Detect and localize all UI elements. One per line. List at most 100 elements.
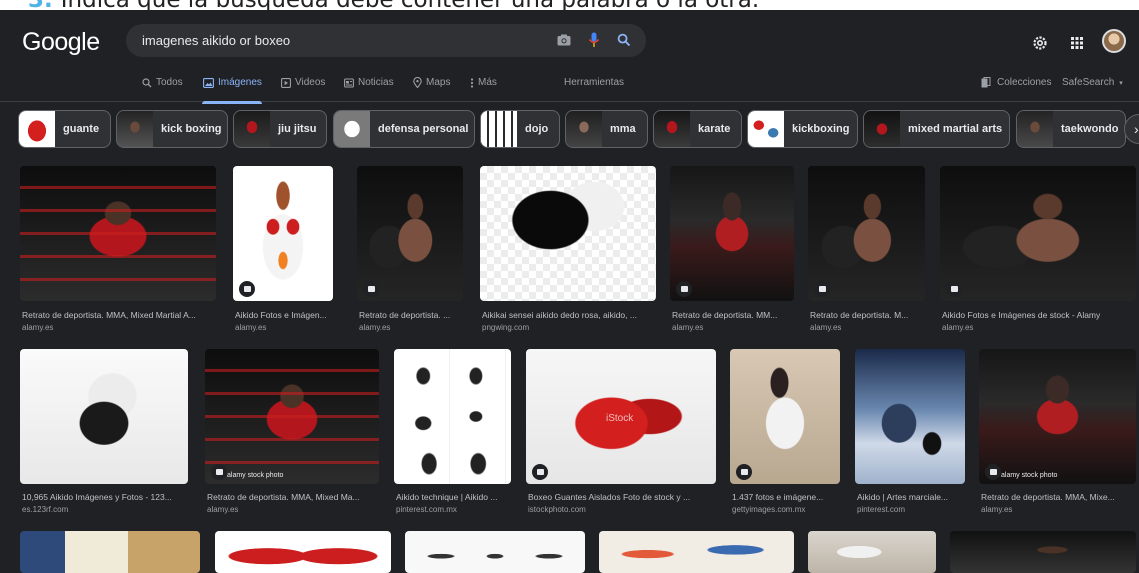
- result-source[interactable]: pinterest.com.mx: [396, 505, 457, 514]
- result-caption[interactable]: Aikido technique | Aikido ...: [396, 492, 511, 502]
- search-icon[interactable]: [614, 30, 634, 50]
- result-caption[interactable]: Retrato de deportista. MMA, Mixed Martia…: [22, 310, 218, 320]
- image-result[interactable]: alamy stock photo Retrato de deportista.…: [205, 349, 379, 524]
- chip-mma[interactable]: mma: [565, 110, 648, 148]
- result-thumbnail[interactable]: alamy stock photo: [205, 349, 379, 484]
- result-thumbnail[interactable]: [730, 349, 840, 484]
- chevron-right-icon[interactable]: ›: [1124, 114, 1139, 144]
- result-caption[interactable]: Retrato de deportista. MM...: [672, 310, 794, 320]
- image-result[interactable]: iStock Boxeo Guantes Aislados Foto de st…: [526, 349, 716, 524]
- result-thumbnail[interactable]: [670, 166, 794, 301]
- result-thumbnail[interactable]: [20, 349, 188, 484]
- image-result[interactable]: [405, 531, 585, 573]
- chip-defensa-personal[interactable]: defensa personal: [333, 110, 475, 148]
- search-query[interactable]: imagenes aikido or boxeo: [142, 33, 290, 48]
- image-result[interactable]: Aikido | Artes marciale... pinterest.com: [855, 349, 965, 524]
- image-result[interactable]: Aikido Fotos e Imágenes de stock - Alamy…: [940, 166, 1136, 336]
- image-result[interactable]: Aikikai sensei aikido dedo rosa, aikido,…: [480, 166, 656, 336]
- chip-thumbnail: [748, 111, 784, 147]
- result-caption[interactable]: Retrato de deportista. M...: [810, 310, 925, 320]
- tab-imagenes[interactable]: Imágenes: [203, 77, 262, 88]
- result-thumbnail[interactable]: [357, 166, 463, 301]
- image-result[interactable]: Retrato de deportista. ... alamy.es: [357, 166, 463, 336]
- result-thumbnail[interactable]: [855, 349, 965, 484]
- result-thumbnail[interactable]: [215, 531, 391, 573]
- tab-maps[interactable]: Maps: [413, 77, 450, 88]
- result-thumbnail[interactable]: [808, 166, 925, 301]
- result-thumbnail[interactable]: [20, 166, 216, 301]
- result-caption[interactable]: Aikikai sensei aikido dedo rosa, aikido,…: [482, 310, 656, 320]
- image-result[interactable]: [950, 531, 1136, 573]
- result-source[interactable]: alamy.es: [672, 323, 703, 332]
- chip-dojo[interactable]: dojo: [480, 110, 560, 148]
- result-thumbnail[interactable]: [940, 166, 1136, 301]
- tab-noticias[interactable]: Noticias: [344, 77, 394, 88]
- settings-gear-icon[interactable]: [1029, 32, 1051, 54]
- map-pin-icon: [413, 77, 422, 88]
- result-caption[interactable]: Aikido Fotos e Imágenes de stock - Alamy: [942, 310, 1138, 320]
- image-result[interactable]: Aikido technique | Aikido ... pinterest.…: [394, 349, 511, 524]
- result-thumbnail[interactable]: [405, 531, 585, 573]
- result-caption[interactable]: Boxeo Guantes Aislados Foto de stock y .…: [528, 492, 716, 502]
- result-source[interactable]: alamy.es: [235, 323, 266, 332]
- result-thumbnail[interactable]: [808, 531, 936, 573]
- image-result[interactable]: 1.437 fotos e imágene... gettyimages.com…: [730, 349, 840, 524]
- result-thumbnail[interactable]: [233, 166, 333, 301]
- image-result[interactable]: 10,965 Aikido Imágenes y Fotos - 123... …: [20, 349, 188, 524]
- tab-mas[interactable]: Más: [470, 77, 497, 88]
- chip-karate[interactable]: karate: [653, 110, 742, 148]
- result-caption[interactable]: Aikido Fotos e Imágen...: [235, 310, 339, 320]
- result-source[interactable]: alamy.es: [810, 323, 841, 332]
- result-source[interactable]: gettyimages.com.mx: [732, 505, 805, 514]
- image-result[interactable]: Retrato de deportista. M... alamy.es: [808, 166, 925, 336]
- result-thumbnail[interactable]: alamy stock photo: [979, 349, 1136, 484]
- image-result[interactable]: Aikido Fotos e Imágen... alamy.es: [233, 166, 339, 336]
- chip-jiu-jitsu[interactable]: jiu jitsu: [233, 110, 327, 148]
- chip-mixed-martial-arts[interactable]: mixed martial arts: [863, 110, 1010, 148]
- result-thumbnail[interactable]: [480, 166, 656, 301]
- result-source[interactable]: alamy.es: [942, 323, 973, 332]
- result-caption[interactable]: Retrato de deportista. MMA, Mixe...: [981, 492, 1136, 502]
- tab-label: Todos: [156, 77, 183, 88]
- result-source[interactable]: pngwing.com: [482, 323, 529, 332]
- result-source[interactable]: alamy.es: [207, 505, 238, 514]
- image-result[interactable]: alamy stock photo Retrato de deportista.…: [979, 349, 1136, 524]
- image-result[interactable]: Retrato de deportista. MMA, Mixed Martia…: [20, 166, 216, 336]
- search-box[interactable]: imagenes aikido or boxeo: [126, 24, 646, 57]
- result-thumbnail[interactable]: [394, 349, 511, 484]
- result-source[interactable]: pinterest.com: [857, 505, 905, 514]
- camera-icon[interactable]: [554, 30, 574, 50]
- result-thumbnail[interactable]: [950, 531, 1136, 573]
- result-caption[interactable]: Retrato de deportista. ...: [359, 310, 463, 320]
- tools-button[interactable]: Herramientas: [564, 77, 624, 88]
- result-source[interactable]: alamy.es: [359, 323, 390, 332]
- chip-taekwondo[interactable]: taekwondo: [1016, 110, 1126, 148]
- tab-todos[interactable]: Todos: [142, 77, 183, 88]
- tab-videos[interactable]: Videos: [281, 77, 325, 88]
- image-result[interactable]: [215, 531, 391, 573]
- result-thumbnail[interactable]: [599, 531, 794, 573]
- result-source[interactable]: alamy.es: [981, 505, 1012, 514]
- result-thumbnail[interactable]: [20, 531, 200, 573]
- image-result[interactable]: [808, 531, 936, 573]
- account-avatar[interactable]: [1102, 29, 1126, 53]
- chip-kickboxing[interactable]: kickboxing: [747, 110, 858, 148]
- result-source[interactable]: es.123rf.com: [22, 505, 68, 514]
- microphone-icon[interactable]: [584, 30, 604, 50]
- chip-kick-boxing[interactable]: kick boxing: [116, 110, 228, 148]
- google-logo[interactable]: Google: [22, 28, 100, 57]
- image-result[interactable]: [599, 531, 794, 573]
- chip-guante[interactable]: guante: [18, 110, 111, 148]
- image-result[interactable]: Retrato de deportista. MM... alamy.es: [670, 166, 794, 336]
- collections-link[interactable]: Colecciones: [981, 77, 1051, 88]
- result-caption[interactable]: Retrato de deportista. MMA, Mixed Ma...: [207, 492, 379, 502]
- result-caption[interactable]: Aikido | Artes marciale...: [857, 492, 965, 502]
- result-thumbnail[interactable]: iStock: [526, 349, 716, 484]
- safesearch-toggle[interactable]: SafeSearch ▾: [1062, 77, 1123, 88]
- result-source[interactable]: alamy.es: [22, 323, 53, 332]
- result-caption[interactable]: 1.437 fotos e imágene...: [732, 492, 840, 502]
- apps-grid-icon[interactable]: [1066, 32, 1088, 54]
- result-source[interactable]: istockphoto.com: [528, 505, 586, 514]
- image-result[interactable]: [20, 531, 200, 573]
- result-caption[interactable]: 10,965 Aikido Imágenes y Fotos - 123...: [22, 492, 188, 502]
